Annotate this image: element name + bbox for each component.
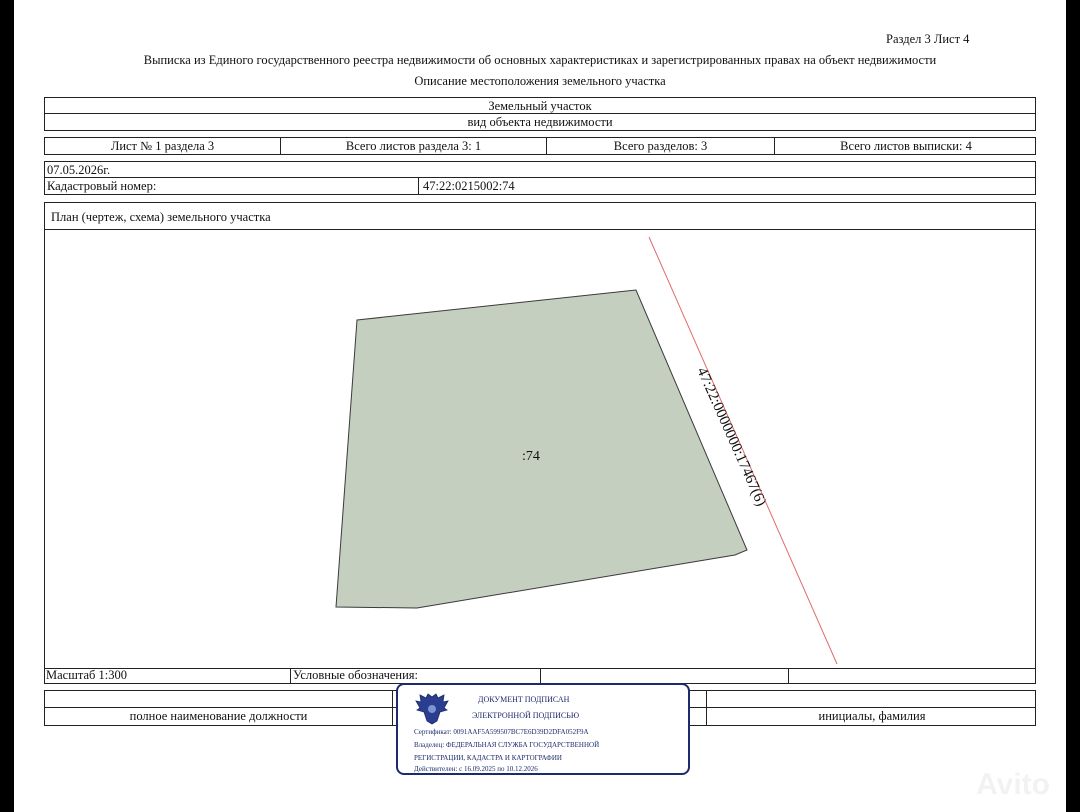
document-title: Выписка из Единого государственного реес…	[143, 53, 937, 67]
object-type-caption-row: вид объекта недвижимости	[44, 113, 1036, 131]
plan-title-row: План (чертеж, схема) земельного участка	[44, 202, 1036, 230]
avito-watermark: Avito	[976, 768, 1050, 801]
parcel-polygon	[335, 289, 748, 609]
stamp-certificate: Сертификат: 0091AAF5A599507BC7E6D39D2DFA…	[414, 728, 589, 736]
document-subtitle: Описание местоположения земельного участ…	[414, 74, 666, 88]
plan-drawing-area: :74 47:22:0000000:17467(6)	[44, 229, 1036, 669]
position-cell	[45, 691, 393, 707]
cadastral-label: Кадастровый номер:	[45, 178, 419, 194]
stamp-owner-line2: РЕГИСТРАЦИИ, КАДАСТРА И КАРТОГРАФИИ	[414, 754, 562, 762]
cadastral-number: 47:22:0215002:74	[423, 179, 515, 193]
eagle-emblem-icon	[415, 693, 449, 725]
legend-label: Условные обозначения:	[291, 668, 541, 683]
stamp-line1: ДОКУМЕНТ ПОДПИСАН	[478, 695, 570, 704]
scale-legend-row: Масштаб 1:300 Условные обозначения:	[44, 668, 1036, 684]
cadastral-row: Кадастровый номер: 47:22:0215002:74	[44, 177, 1036, 195]
stamp-validity: Действителен: с 16.09.2025 по 10.12.2026	[414, 765, 538, 773]
object-type-caption: вид объекта недвижимости	[467, 115, 613, 129]
plan-drawing: :74 47:22:0000000:17467(6)	[335, 236, 838, 665]
plan-title: План (чертеж, схема) земельного участка	[51, 210, 271, 224]
total-sheets-section: Всего листов раздела 3: 1	[281, 138, 547, 154]
total-sections: Всего разделов: 3	[547, 138, 775, 154]
total-sheets: Всего листов выписки: 4	[840, 139, 972, 153]
sheet-number: Лист № 1 раздела 3	[45, 138, 281, 154]
position-caption: полное наименование должности	[45, 708, 393, 725]
scale: Масштаб 1:300	[45, 668, 291, 683]
name-cell	[707, 691, 1037, 707]
legend-cell-1	[541, 668, 789, 683]
object-type-row: Земельный участок	[44, 97, 1036, 114]
date: 07.05.2026г.	[47, 163, 111, 177]
name-caption: инициалы, фамилия	[818, 709, 926, 723]
section-sheet-label: Раздел 3 Лист 4	[886, 32, 970, 46]
sheets-row: Лист № 1 раздела 3 Всего листов раздела …	[44, 137, 1036, 155]
stamp-line2: ЭЛЕКТРОННОЙ ПОДПИСЬЮ	[472, 711, 580, 720]
electronic-signature-stamp: ДОКУМЕНТ ПОДПИСАН ЭЛЕКТРОННОЙ ПОДПИСЬЮ С…	[396, 683, 690, 775]
stamp-owner-line1: Владелец: ФЕДЕРАЛЬНАЯ СЛУЖБА ГОСУДАРСТВЕ…	[414, 741, 600, 749]
legend-cell-2	[789, 668, 1037, 683]
date-row: 07.05.2026г.	[44, 161, 1036, 178]
parcel-label: :74	[522, 449, 540, 464]
object-type: Земельный участок	[488, 99, 592, 113]
document-page: Раздел 3 Лист 4 Выписка из Единого госуд…	[14, 0, 1066, 812]
